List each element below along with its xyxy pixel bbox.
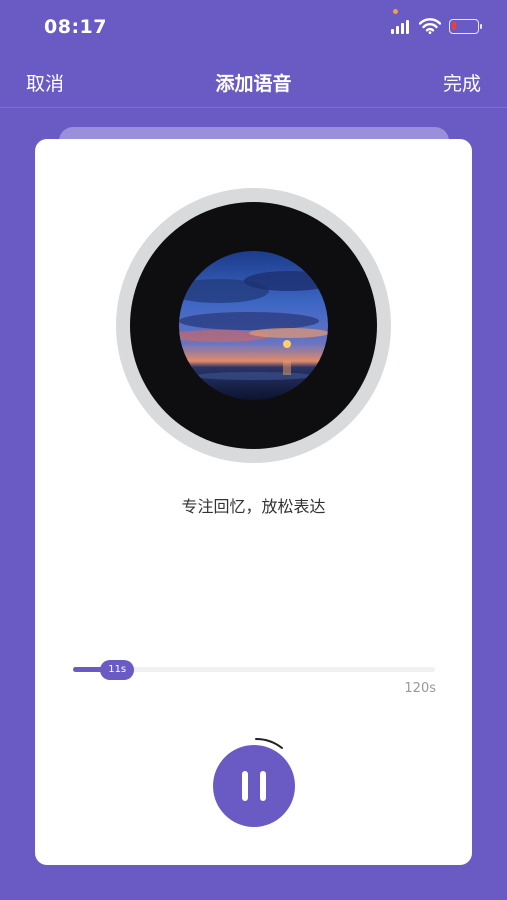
pause-icon — [242, 771, 266, 801]
battery-icon — [449, 19, 482, 34]
progress-thumb[interactable]: 11s — [100, 660, 135, 680]
pause-button[interactable] — [213, 745, 295, 827]
battery-level — [452, 22, 456, 30]
page-title: 添加语音 — [215, 73, 292, 95]
wifi-icon — [419, 18, 441, 34]
status-bar: 08:17 — [0, 0, 507, 56]
status-time: 08:17 — [44, 16, 107, 38]
privacy-indicator-dot — [393, 9, 398, 14]
signal-icon — [391, 20, 413, 34]
done-button[interactable]: 完成 — [443, 69, 481, 96]
cover-image — [179, 251, 328, 400]
total-duration: 120s — [404, 681, 436, 696]
nav-bar: 取消 添加语音 完成 — [0, 56, 507, 108]
prompt-caption: 专注回忆，放松表达 — [181, 497, 326, 516]
